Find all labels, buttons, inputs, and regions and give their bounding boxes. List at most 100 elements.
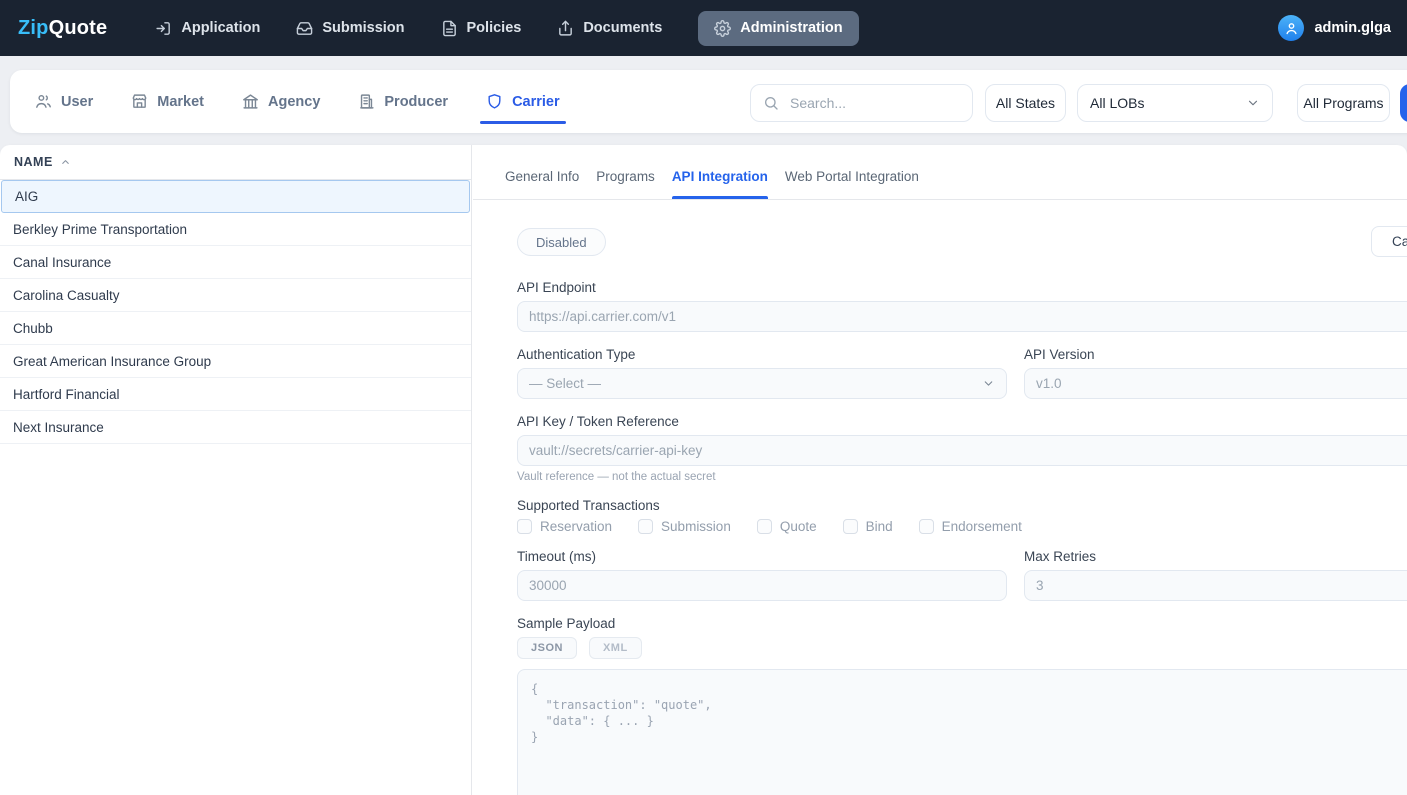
search-icon (763, 95, 779, 111)
payload-format-toggle: JSON XML (517, 637, 1407, 659)
search-input[interactable] (788, 94, 960, 112)
building-icon (358, 93, 375, 110)
tab-label: Carrier (512, 93, 560, 110)
tab-carrier[interactable]: Carrier (480, 70, 566, 133)
name-column-label: NAME (14, 155, 53, 169)
api-key-input[interactable] (517, 435, 1407, 466)
gear-icon (714, 19, 732, 37)
carrier-row-selected[interactable]: AIG (1, 180, 470, 213)
tab-general-info[interactable]: General Info (505, 169, 579, 199)
states-filter-value: All States (995, 95, 1056, 111)
api-endpoint-input[interactable] (517, 301, 1407, 332)
api-integration-form: API Endpoint Authentication Type — Selec… (517, 275, 1407, 795)
logo-zip: Zip (18, 16, 49, 39)
carrier-row[interactable]: Great American Insurance Group (0, 345, 471, 378)
sample-payload-label: Sample Payload (517, 616, 616, 631)
checkbox-label: Submission (661, 519, 731, 534)
nav-item-submission[interactable]: Submission (296, 20, 405, 37)
carrier-row[interactable]: Berkley Prime Transportation (0, 213, 471, 246)
carrier-name: Chubb (13, 320, 53, 336)
storefront-icon (131, 93, 148, 110)
tab-label: Agency (268, 93, 321, 110)
max-retries-input[interactable] (1024, 570, 1407, 601)
bank-icon (242, 93, 259, 110)
checkbox-icon (918, 519, 934, 534)
tab-label: User (61, 93, 94, 110)
carrier-name: Hartford Financial (13, 386, 120, 402)
carrier-name: Canal Insurance (13, 254, 112, 270)
tab-web-portal-integration[interactable]: Web Portal Integration (785, 169, 919, 199)
checkbox-endorsement[interactable]: Endorsement (918, 519, 1022, 534)
max-retries-group: Max Retries (1024, 550, 1407, 601)
checkbox-label: Reservation (540, 519, 613, 534)
nav-item-administration[interactable]: Administration (698, 10, 859, 46)
timeout-label: Timeout (ms) (517, 549, 597, 564)
auth-type-group: Authentication Type — Select — (517, 348, 1007, 399)
top-nav: Application Submission Policies Document… (155, 10, 859, 46)
lobs-filter-select[interactable]: All LOBs (1077, 84, 1273, 122)
auth-type-select[interactable]: — Select — (517, 368, 1007, 399)
checkbox-reservation[interactable]: Reservation (517, 519, 612, 534)
carrier-name: Next Insurance (13, 419, 104, 435)
cancel-button[interactable]: Cancel (1371, 226, 1407, 257)
checkbox-submission[interactable]: Submission (638, 519, 731, 534)
transactions-checkboxes: Reservation Submission Quote Bind Endors… (517, 519, 1407, 534)
lobs-filter-value: All LOBs (1090, 95, 1145, 111)
search-field[interactable] (750, 84, 973, 122)
carrier-row[interactable]: Canal Insurance (0, 246, 471, 279)
sample-payload-editor[interactable]: { "transaction": "quote", "data": { ... … (517, 669, 1407, 795)
carrier-name: Great American Insurance Group (13, 353, 212, 369)
chevron-down-icon (1246, 96, 1260, 110)
carrier-name: AIG (15, 189, 39, 204)
auth-type-label: Authentication Type (517, 347, 636, 362)
tab-market[interactable]: Market (131, 70, 204, 133)
nav-item-policies[interactable]: Policies (441, 20, 521, 37)
api-endpoint-label: API Endpoint (517, 280, 596, 295)
format-xml-button[interactable]: XML (588, 637, 642, 659)
tab-programs[interactable]: Programs (596, 169, 655, 199)
name-column-header[interactable]: NAME (0, 145, 471, 180)
carrier-row[interactable]: Carolina Casualty (0, 279, 471, 312)
carrier-row[interactable]: Chubb (0, 312, 471, 345)
checkbox-quote[interactable]: Quote (756, 519, 817, 534)
nav-item-application[interactable]: Application (155, 20, 260, 37)
carrier-row[interactable]: Next Insurance (0, 411, 471, 444)
detail-tabs: General Info Programs API Integration We… (473, 145, 1407, 200)
timeout-input[interactable] (517, 570, 1007, 601)
api-key-helper-text: Vault reference — not the actual secret (517, 471, 716, 483)
nav-label: Documents (583, 20, 663, 36)
add-button-clipped[interactable] (1400, 84, 1407, 122)
top-nav-bar: ZipQuote Application Submission Policies… (0, 0, 1407, 56)
shield-icon (486, 93, 503, 110)
checkbox-icon (638, 519, 654, 534)
tab-agency[interactable]: Agency (242, 70, 320, 133)
checkbox-icon (756, 519, 772, 534)
tab-api-integration[interactable]: API Integration (671, 169, 768, 199)
checkbox-label: Bind (865, 519, 893, 534)
supported-transactions-group: Supported Transactions Reservation Submi… (517, 499, 1407, 534)
checkbox-bind[interactable]: Bind (842, 519, 893, 534)
app-logo: ZipQuote (18, 17, 107, 40)
programs-filter-select[interactable]: All Programs (1297, 84, 1390, 122)
carrier-row[interactable]: Hartford Financial (0, 378, 471, 411)
tab-producer[interactable]: Producer (358, 70, 448, 133)
checkbox-label: Quote (779, 519, 817, 534)
carrier-name: Berkley Prime Transportation (13, 221, 188, 237)
upload-icon (557, 20, 574, 37)
api-version-input[interactable] (1024, 368, 1407, 399)
format-json-button[interactable]: JSON (517, 637, 577, 659)
api-key-label: API Key / Token Reference (517, 414, 679, 429)
file-text-icon (441, 20, 458, 37)
chevron-down-icon (982, 377, 995, 390)
avatar (1278, 15, 1305, 41)
auth-type-value: — Select — (529, 376, 602, 391)
user-menu[interactable]: admin.glga (1278, 15, 1391, 41)
nav-label: Application (181, 20, 261, 36)
supported-transactions-label: Supported Transactions (517, 498, 660, 513)
tab-user[interactable]: User (35, 70, 93, 133)
sort-ascending-icon (60, 157, 71, 168)
states-filter-select[interactable]: All States (985, 84, 1066, 122)
username: admin.glga (1314, 20, 1391, 36)
nav-item-documents[interactable]: Documents (557, 20, 662, 37)
status-badge: Disabled (517, 228, 606, 256)
